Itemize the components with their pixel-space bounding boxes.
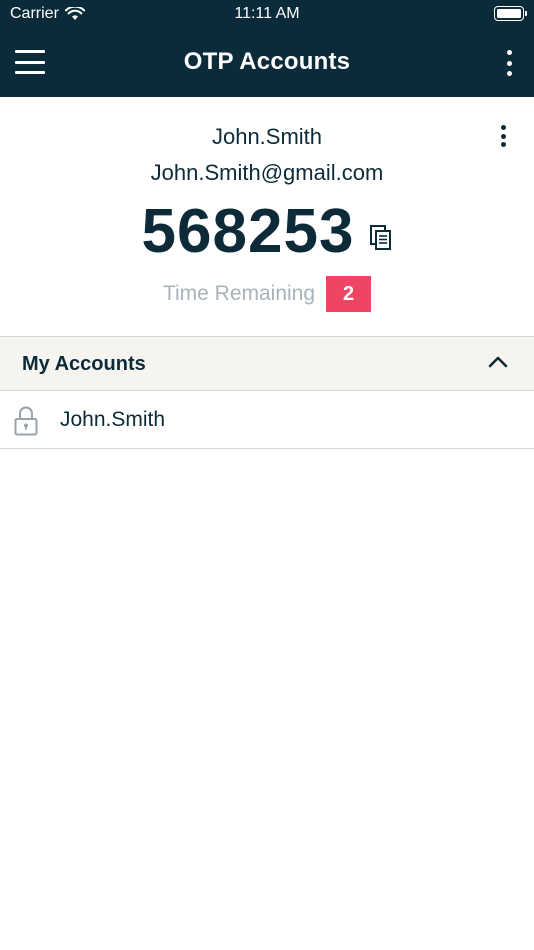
page-title: OTP Accounts (183, 48, 351, 75)
app-header: Carrier 11:11 AM OTP Accounts (0, 0, 534, 97)
my-accounts-header[interactable]: My Accounts (0, 336, 534, 391)
section-title: My Accounts (22, 353, 146, 375)
account-options-icon[interactable] (498, 125, 508, 147)
account-email: John.Smith@gmail.com (150, 160, 384, 185)
chevron-up-icon[interactable] (488, 355, 508, 369)
account-name: John.Smith (211, 124, 323, 149)
navigation-bar: OTP Accounts (0, 28, 534, 97)
more-options-icon[interactable] (504, 50, 514, 76)
otp-code: 568253 (141, 196, 355, 266)
account-list-item[interactable]: John.Smith (0, 391, 534, 449)
time-remaining-row: Time Remaining 2 (0, 276, 534, 312)
status-time: 11:11 AM (234, 5, 300, 22)
time-remaining-label: Time Remaining (162, 282, 316, 305)
status-bar: Carrier 11:11 AM (0, 0, 534, 28)
lock-icon (14, 406, 38, 436)
account-item-label: John.Smith (60, 408, 166, 431)
otp-card: John.Smith John.Smith@gmail.com 568253 T… (0, 97, 534, 337)
copy-icon[interactable] (370, 225, 392, 251)
battery-icon (494, 6, 527, 21)
time-remaining-badge: 2 (326, 276, 372, 312)
otp-code-row: 568253 (0, 195, 534, 267)
